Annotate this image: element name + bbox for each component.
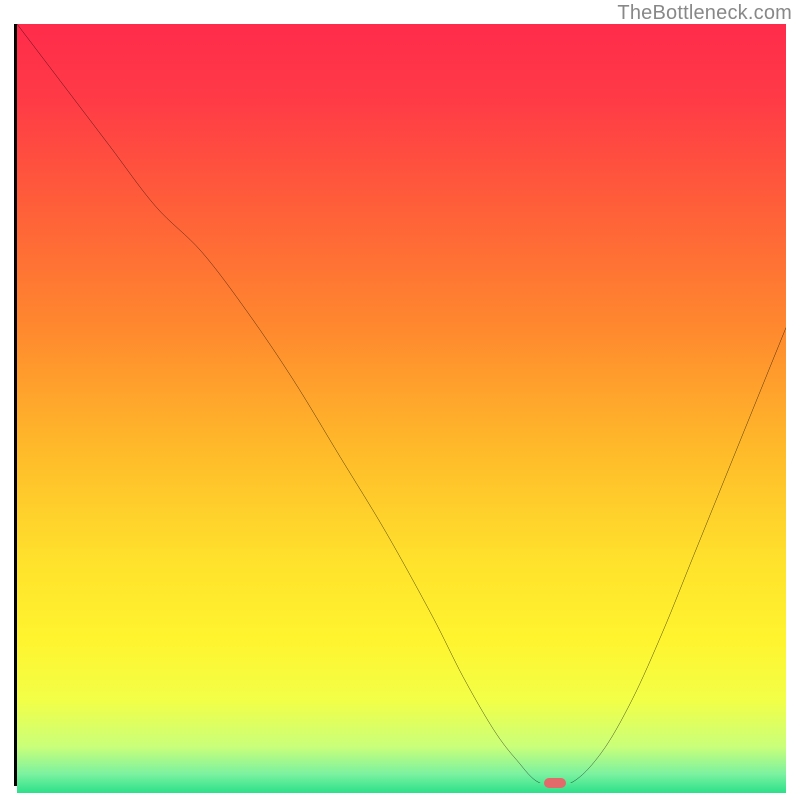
watermark-label: TheBottleneck.com: [617, 2, 792, 25]
chart-minimum-marker: [544, 778, 566, 788]
chart-curve: [17, 24, 786, 783]
chart-plot-area: [14, 24, 786, 786]
